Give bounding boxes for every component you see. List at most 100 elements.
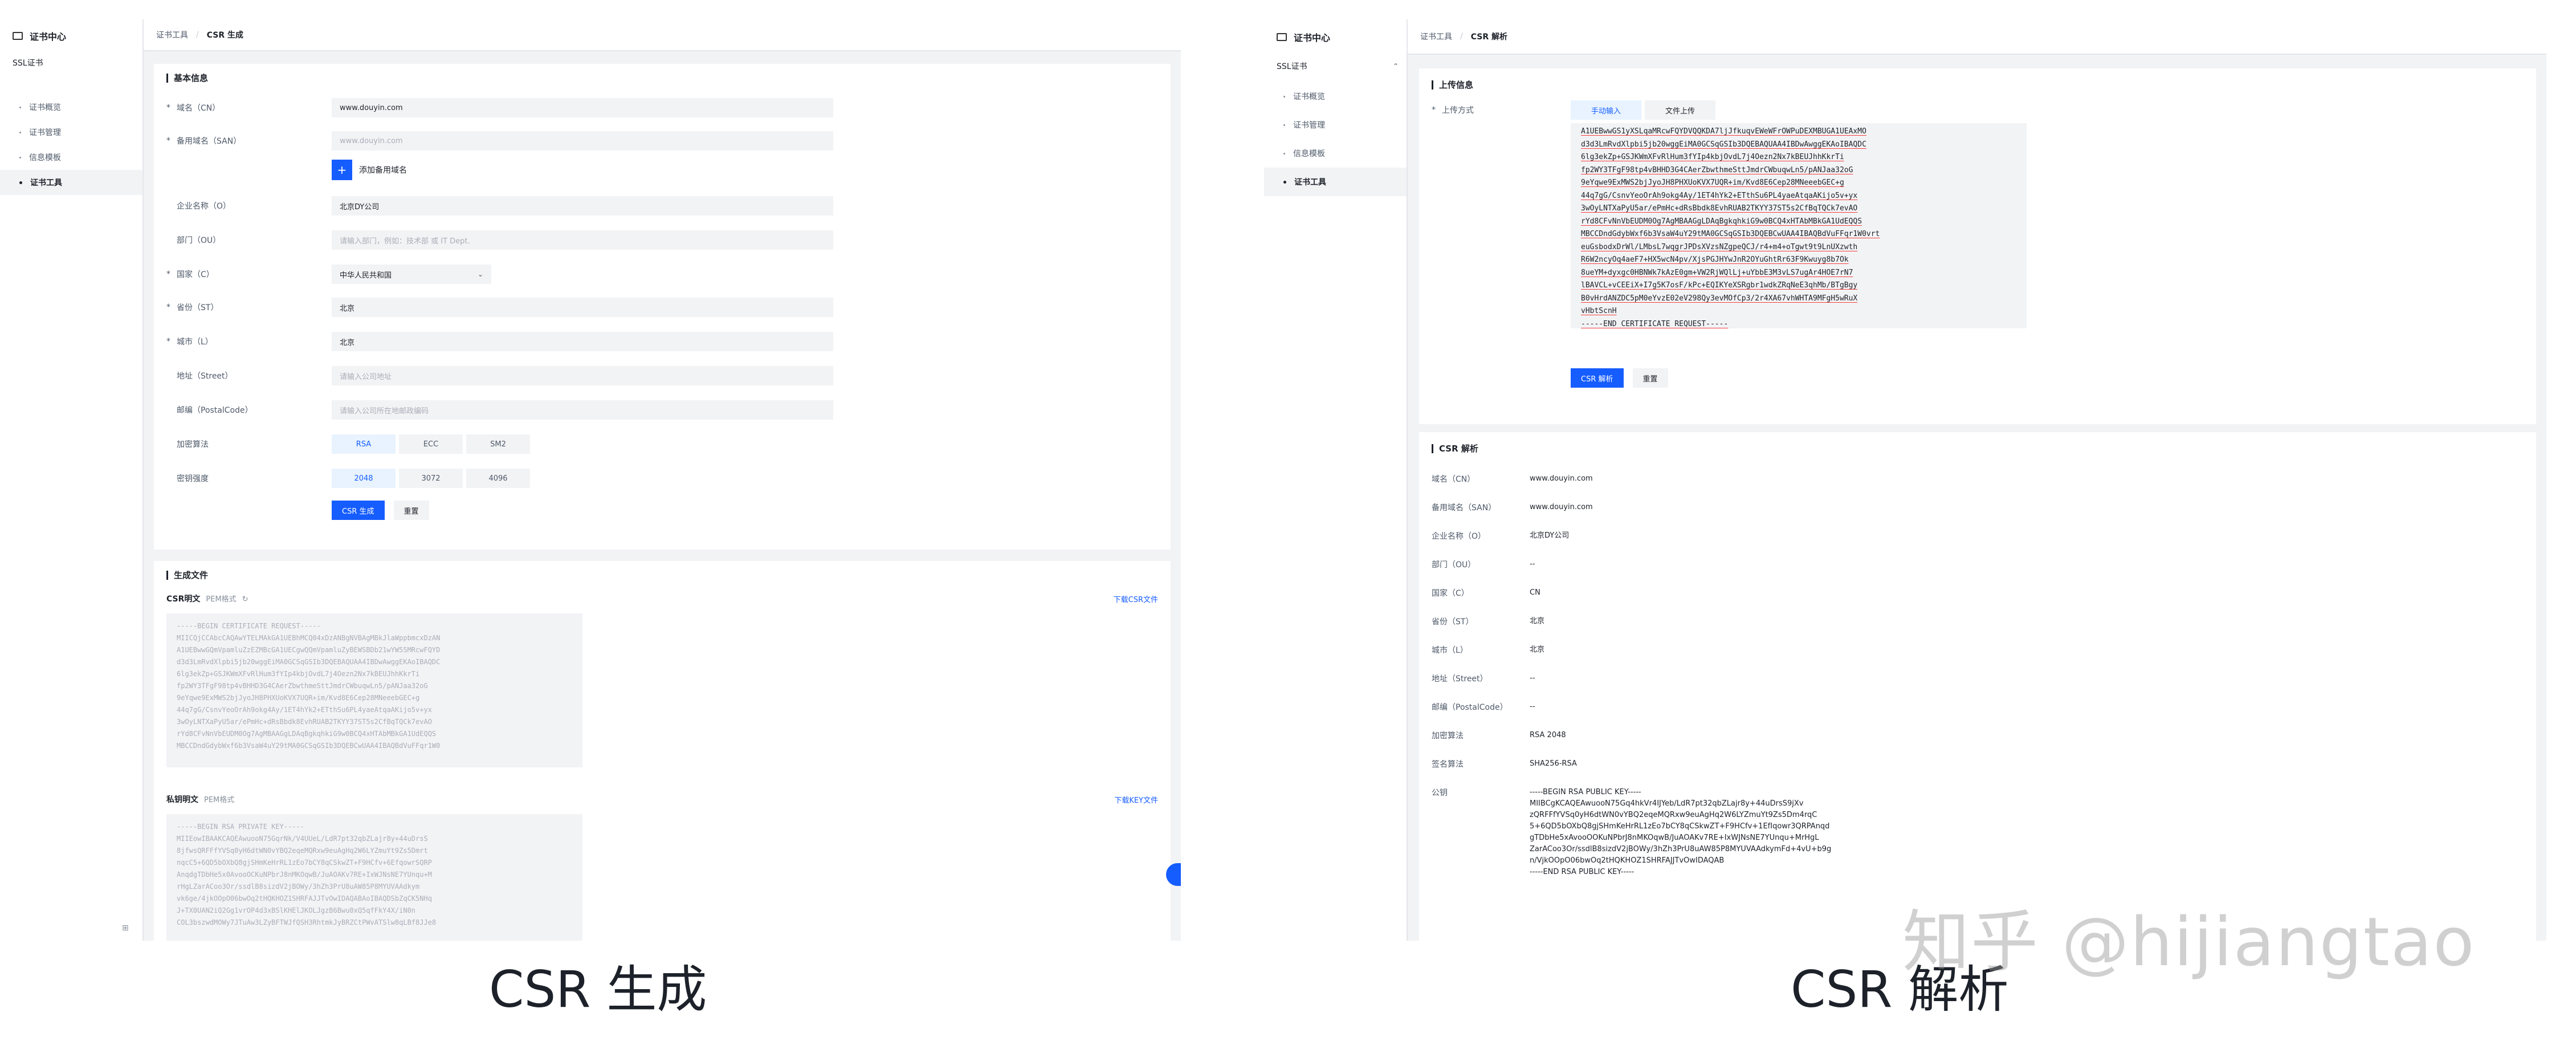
- sidebar-title-text: 证书中心: [30, 31, 67, 42]
- key-textbox[interactable]: -----BEGIN RSA PRIVATE KEY----- MIIEowIB…: [166, 814, 582, 941]
- csr-generate-button[interactable]: CSR 生成: [332, 501, 385, 520]
- parsed-label: 公钥: [1432, 788, 1448, 798]
- ou-input[interactable]: 请输入部门，例如：技术部 或 IT Dept.: [332, 230, 833, 250]
- refresh-icon[interactable]: ↻: [242, 595, 248, 604]
- collapse-icon[interactable]: ⊞: [122, 924, 129, 933]
- caption-csr-generate: CSR 生成: [489, 960, 707, 1019]
- san-input[interactable]: www.douyin.com: [332, 131, 833, 151]
- section-title: 生成文件: [166, 569, 208, 581]
- parsed-label: 备用域名（SAN）: [1432, 503, 1497, 513]
- sidebar-item-overview[interactable]: 证书概览: [1264, 82, 1407, 111]
- country-label-text: 国家（C）: [177, 270, 214, 279]
- sidebar-item-label: 证书工具: [30, 178, 62, 188]
- sidebar-item-manage[interactable]: 证书管理: [0, 120, 142, 145]
- city-input[interactable]: 北京: [332, 332, 833, 351]
- state-input[interactable]: 北京: [332, 298, 833, 317]
- ou-row: 部门（OU） 请输入部门，例如：技术部 或 IT Dept.: [166, 230, 833, 250]
- algo-option-sm2[interactable]: SM2: [466, 434, 530, 454]
- country-select[interactable]: 中华人民共和国 ⌄: [332, 265, 491, 284]
- sidebar-item-label: 信息模板: [29, 153, 61, 162]
- reset-button[interactable]: 重置: [393, 501, 429, 520]
- csr-format: PEM格式: [206, 595, 237, 604]
- sidebar-title-text: 证书中心: [1294, 32, 1331, 43]
- tab-manual-input[interactable]: 手动输入: [1571, 100, 1641, 120]
- csr-generate-panel: 证书中心 SSL证书 证书概览 证书管理 信息模板 证书工具 ⊞ 证书工具 / …: [0, 19, 1181, 941]
- add-san-button[interactable]: + 添加备用域名: [332, 160, 407, 180]
- street-input[interactable]: 请输入公司地址: [332, 366, 833, 385]
- postal-input[interactable]: 请输入公司所在地邮政编码: [332, 400, 833, 420]
- parsed-label: 加密算法: [1432, 731, 1464, 741]
- sidebar-group-ssl[interactable]: SSL证书 ⌃: [1277, 55, 1399, 78]
- sidebar-item-templates[interactable]: 信息模板: [0, 145, 142, 170]
- plus-icon: +: [332, 160, 352, 180]
- parsed-value: RSA 2048: [1530, 731, 1566, 739]
- keylen-option-2048[interactable]: 2048: [332, 469, 396, 488]
- sidebar-item-label: 证书概览: [1293, 92, 1325, 101]
- breadcrumb-parent[interactable]: 证书工具: [1420, 31, 1452, 42]
- csr-parse-button[interactable]: CSR 解析: [1571, 368, 1624, 388]
- csr-textbox[interactable]: -----BEGIN CERTIFICATE REQUEST----- MIIC…: [166, 613, 582, 767]
- download-csr-link[interactable]: 下载CSR文件: [1114, 593, 1158, 604]
- parsed-label: 邮编（PostalCode）: [1432, 703, 1508, 712]
- dot-icon: [1283, 152, 1285, 154]
- sidebar-item-tools[interactable]: 证书工具: [0, 170, 142, 195]
- parsed-row-street: 地址（Street） --: [1432, 673, 1535, 684]
- city-label-text: 城市（L）: [177, 338, 213, 347]
- parsed-row-org: 企业名称（O） 北京DY公司: [1432, 530, 1569, 542]
- parsed-row-ou: 部门（OU） --: [1432, 559, 1535, 570]
- keylen-label: 密钥强度: [166, 473, 332, 484]
- org-label: 企业名称（O）: [166, 200, 332, 212]
- parse-result-card: CSR 解析 域名（CN） www.douyin.com 备用域名（SAN） www…: [1419, 432, 2536, 941]
- city-row: * 城市（L） 北京: [166, 332, 833, 351]
- parsed-row-algo: 加密算法 RSA 2048: [1432, 730, 1566, 741]
- breadcrumb-separator: /: [1460, 32, 1463, 41]
- sidebar-item-label: 证书概览: [29, 103, 61, 112]
- parsed-row-san: 备用域名（SAN） www.douyin.com: [1432, 502, 1593, 513]
- breadcrumb-current: CSR 生成: [206, 31, 243, 40]
- required-mark: *: [166, 303, 170, 312]
- breadcrumb-parent[interactable]: 证书工具: [156, 29, 188, 40]
- algo-option-rsa[interactable]: RSA: [332, 434, 396, 454]
- sidebar-item-tools[interactable]: 证书工具: [1264, 168, 1407, 196]
- reset-button[interactable]: 重置: [1632, 368, 1668, 388]
- parsed-value: CN: [1530, 588, 1540, 597]
- key-header-left: 私钥明文 PEM格式: [166, 794, 234, 805]
- upload-method-label-text: 上传方式: [1442, 106, 1474, 115]
- csr-header: CSR明文 PEM格式 ↻ 下载CSR文件: [166, 593, 1158, 604]
- street-row: 地址（Street） 请输入公司地址: [166, 366, 833, 385]
- sidebar-item-label: 证书工具: [1294, 178, 1326, 187]
- keylen-option-4096[interactable]: 4096: [466, 469, 530, 488]
- csr-parse-panel: 证书中心 SSL证书 ⌃ 证书概览 证书管理 信息模板 证书工具 证书工具 / …: [1264, 19, 2546, 941]
- street-label: 地址（Street）: [166, 370, 332, 381]
- city-label: * 城市（L）: [166, 336, 332, 347]
- org-input[interactable]: 北京DY公司: [332, 196, 833, 216]
- breadcrumb: 证书工具 / CSR 解析: [1408, 19, 2546, 55]
- sidebar: 证书中心 SSL证书 ⌃ 证书概览 证书管理 信息模板 证书工具: [1264, 19, 1408, 941]
- certificate-icon: [1277, 33, 1287, 41]
- upload-method-label: * 上传方式: [1432, 104, 1571, 116]
- keylen-option-3072[interactable]: 3072: [399, 469, 463, 488]
- sidebar-item-label: 信息模板: [1293, 149, 1325, 158]
- dot-icon: [19, 181, 22, 184]
- csr-input-text: A1UEBwwGS1yXSLqaMRcwFQYDVQQKDA7ljJfkuqvE…: [1581, 127, 1880, 328]
- cn-input[interactable]: www.douyin.com: [332, 98, 833, 117]
- parsed-value: www.douyin.com: [1530, 503, 1593, 511]
- san-label-text: 备用域名（SAN）: [177, 137, 242, 146]
- required-mark: *: [166, 103, 170, 112]
- required-mark: *: [166, 337, 170, 346]
- ou-label: 部门（OU）: [166, 234, 332, 246]
- sidebar-group-ssl[interactable]: SSL证书: [13, 51, 134, 74]
- sidebar-item-manage[interactable]: 证书管理: [1264, 111, 1407, 139]
- parsed-value: 北京: [1530, 645, 1545, 654]
- tab-file-upload[interactable]: 文件上传: [1645, 100, 1715, 120]
- breadcrumb: 证书工具 / CSR 生成: [144, 19, 1181, 51]
- sidebar-item-overview[interactable]: 证书概览: [0, 95, 142, 120]
- algo-option-ecc[interactable]: ECC: [399, 434, 463, 454]
- country-row: * 国家（C） 中华人民共和国 ⌄: [166, 265, 491, 284]
- csr-input-textarea[interactable]: A1UEBwwGS1yXSLqaMRcwFQYDVQQKDA7ljJfkuqvE…: [1571, 123, 2027, 328]
- parsed-label: 域名（CN）: [1432, 475, 1476, 484]
- download-key-link[interactable]: 下载KEY文件: [1114, 794, 1158, 805]
- cn-label-text: 域名（CN）: [177, 104, 221, 113]
- chevron-down-icon: ⌄: [477, 270, 483, 278]
- sidebar-item-templates[interactable]: 信息模板: [1264, 139, 1407, 168]
